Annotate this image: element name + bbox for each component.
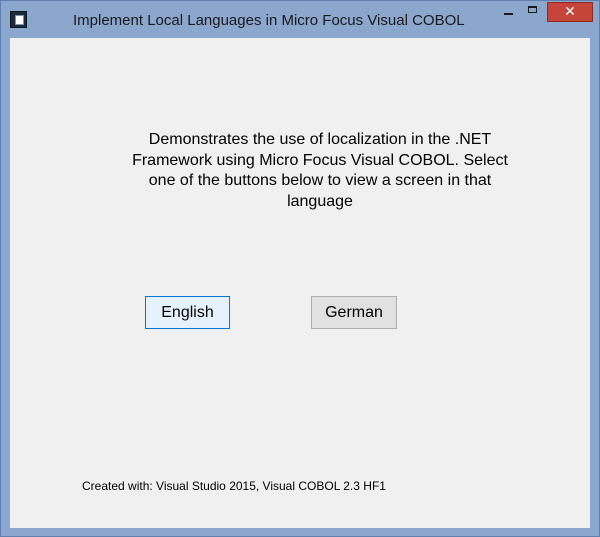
app-icon[interactable] [10,11,27,28]
app-icon-window-glyph [15,15,24,25]
close-button[interactable]: ✕ [547,2,593,22]
description-text: Demonstrates the use of localization in … [132,131,508,210]
german-button[interactable]: German [311,296,397,329]
maximize-icon [528,6,537,13]
maximize-button[interactable] [523,2,545,22]
minimize-icon [504,13,513,15]
english-button[interactable]: English [145,296,230,329]
app-window: Implement Local Languages in Micro Focus… [0,0,600,537]
minimize-button[interactable] [495,2,521,22]
window-title: Implement Local Languages in Micro Focus… [73,12,465,29]
title-bar[interactable]: Implement Local Languages in Micro Focus… [1,1,599,37]
close-icon: ✕ [564,4,576,20]
footer-credits: Created with: Visual Studio 2015, Visual… [82,479,386,493]
form-client-area: Demonstrates the use of localization in … [10,38,590,528]
